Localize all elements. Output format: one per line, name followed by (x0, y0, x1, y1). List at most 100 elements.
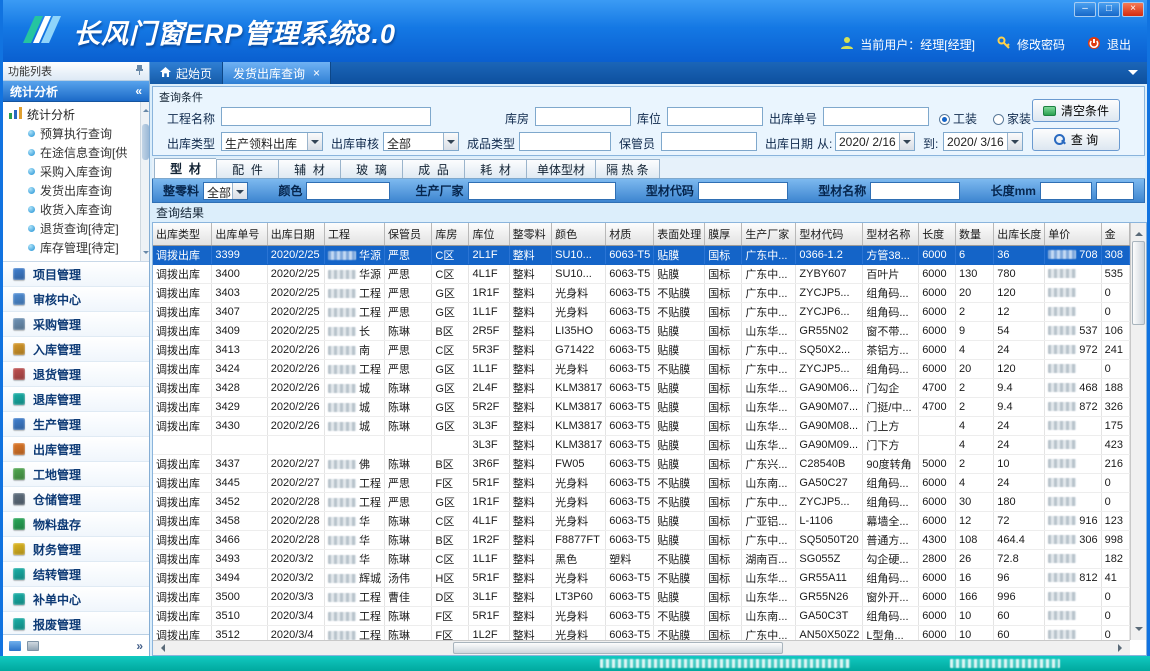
scroll-up-icon[interactable] (1135, 228, 1143, 236)
material-tab[interactable]: 配 件 (216, 159, 278, 178)
tree-scrollbar-thumb[interactable] (142, 124, 149, 160)
material-tab[interactable]: 成 品 (402, 159, 464, 178)
more-buttons-toggle[interactable]: » (136, 639, 143, 653)
order-no-input[interactable] (823, 107, 929, 126)
sidebar-item-finance[interactable]: 财务管理 (3, 537, 149, 562)
column-header[interactable]: 出库长度 (994, 223, 1045, 245)
table-row[interactable]: 调拨出库34002020/2/25华源严思C区4L1F整料SU10...6063… (153, 264, 1130, 283)
tree-item[interactable]: 收货入库查询 (3, 200, 149, 219)
close-tab-icon[interactable]: × (313, 68, 320, 78)
column-header[interactable]: 出库类型 (153, 223, 212, 245)
close-button[interactable]: × (1122, 2, 1144, 17)
column-header[interactable]: 长度 (919, 223, 956, 245)
table-row[interactable]: 调拨出库34932020/3/2华陈琳C区1L1F整料黑色塑料不贴膜国标湖南百.… (153, 549, 1130, 568)
column-header[interactable]: 膜厚 (705, 223, 742, 245)
product-type-input[interactable] (519, 132, 611, 151)
tabbar-overflow-icon[interactable] (1128, 70, 1138, 80)
radio-jiazhuang[interactable]: 家装 (993, 110, 1031, 127)
column-header[interactable]: 出库单号 (212, 223, 267, 245)
warehouse-input[interactable] (535, 107, 631, 126)
sidebar-item-project[interactable]: 项目管理 (3, 262, 149, 287)
clear-conditions-button[interactable]: 清空条件 (1032, 99, 1120, 122)
column-header[interactable]: 库位 (469, 223, 509, 245)
table-row[interactable]: 调拨出库34372020/2/27佛陈琳B区3R6F整料FW056063-T5贴… (153, 454, 1130, 473)
scroll-right-icon[interactable] (1118, 644, 1126, 652)
date-from-picker[interactable]: 2020/ 2/16 (835, 132, 915, 151)
chevron-down-icon[interactable] (443, 133, 458, 150)
material-tab[interactable]: 型 材 (154, 158, 216, 178)
material-tab[interactable]: 玻 璃 (340, 159, 402, 178)
chevron-down-icon[interactable] (1007, 133, 1022, 150)
table-row[interactable]: 调拨出库34302020/2/26城陈琳G区3L3F整料KLM38176063-… (153, 416, 1130, 435)
column-header[interactable]: 数量 (955, 223, 993, 245)
tree-item[interactable]: 库存管理[待定] (3, 238, 149, 257)
column-header[interactable]: 材质 (606, 223, 654, 245)
pin-icon[interactable] (135, 64, 144, 78)
material-tab[interactable]: 单体型材 (526, 159, 595, 178)
tree-scrollbar[interactable] (140, 102, 149, 261)
color-input[interactable] (306, 182, 390, 200)
keeper-input[interactable] (661, 132, 757, 151)
sidebar-item-site[interactable]: 工地管理 (3, 462, 149, 487)
column-header[interactable]: 工程 (324, 223, 384, 245)
table-row[interactable]: 调拨出库34242020/2/26工程严思G区1L1F整料光身料6063-T5不… (153, 359, 1130, 378)
tree-item[interactable]: 在途信息查询[供 (3, 143, 149, 162)
column-header[interactable]: 生产厂家 (742, 223, 796, 245)
search-button[interactable]: 查 询 (1032, 128, 1120, 151)
table-row[interactable]: 调拨出库34032020/2/25工程严思G区1R1F整料光身料6063-T5不… (153, 283, 1130, 302)
outbound-audit-select[interactable]: 全部 (383, 132, 459, 151)
maximize-button[interactable]: □ (1098, 2, 1120, 17)
table-row[interactable]: 调拨出库33992020/2/25华源严思C区2L1F整料SU10...6063… (153, 245, 1130, 264)
project-name-input[interactable] (221, 107, 431, 126)
location-input[interactable] (667, 107, 763, 126)
table-row[interactable]: 调拨出库35002020/3/3工程曹佳D区3L1F整料LT3P606063-T… (153, 587, 1130, 606)
column-header[interactable]: 颜色 (552, 223, 606, 245)
sidebar-item-scrap[interactable]: 报废管理 (3, 612, 149, 634)
vertical-scroll-thumb[interactable] (1132, 241, 1145, 325)
material-tab[interactable]: 耗 材 (464, 159, 526, 178)
whole-part-select[interactable]: 全部 (203, 182, 248, 200)
radio-gongzhuang[interactable]: 工装 (939, 110, 977, 127)
chevron-down-icon[interactable] (307, 133, 322, 150)
table-row[interactable]: 调拨出库34942020/3/2辉城汤伟H区5R1F整料光身料6063-T5不贴… (153, 568, 1130, 587)
column-header[interactable]: 金 (1101, 223, 1129, 245)
chevron-down-icon[interactable] (899, 133, 914, 150)
logout-link[interactable]: 退出 (1107, 36, 1131, 53)
profile-code-input[interactable] (698, 182, 788, 200)
sidebar-section-header[interactable]: 统计分析 « (3, 81, 149, 102)
sidebar-item-return-goods[interactable]: 退货管理 (3, 362, 149, 387)
monitor-icon[interactable] (27, 641, 39, 651)
document-tab[interactable]: 起始页 (150, 62, 223, 84)
sidebar-item-outbound[interactable]: 出库管理 (3, 437, 149, 462)
sidebar-item-production[interactable]: 生产管理 (3, 412, 149, 437)
sidebar-item-return-store[interactable]: 退库管理 (3, 387, 149, 412)
modules-icon[interactable] (9, 641, 21, 651)
column-header[interactable]: 保管员 (384, 223, 431, 245)
outbound-type-select[interactable]: 生产领料出库 (221, 132, 323, 151)
table-row[interactable]: 调拨出库34132020/2/26南严思C区5R3F整料G714226063-T… (153, 340, 1130, 359)
scroll-down-icon[interactable] (1135, 627, 1143, 635)
column-header[interactable]: 表面处理 (654, 223, 705, 245)
tree-item[interactable]: 发货出库查询 (3, 181, 149, 200)
sidebar-item-carryover[interactable]: 结转管理 (3, 562, 149, 587)
sidebar-item-warehouse[interactable]: 仓储管理 (3, 487, 149, 512)
table-row[interactable]: 调拨出库34662020/2/28华陈琳B区1R2F整料F8877FT6063-… (153, 530, 1130, 549)
minimize-button[interactable]: – (1074, 2, 1096, 17)
sidebar-item-purchase[interactable]: 采购管理 (3, 312, 149, 337)
sidebar-item-inventory[interactable]: 物料盘存 (3, 512, 149, 537)
table-row[interactable]: 调拨出库34452020/2/27工程严思F区5R1F整料光身料6063-T5不… (153, 473, 1130, 492)
horizontal-scroll-thumb[interactable] (453, 642, 783, 654)
length-from-input[interactable] (1040, 182, 1092, 200)
tree-item[interactable]: 退货查询[待定] (3, 219, 149, 238)
table-row[interactable]: 调拨出库34072020/2/25工程严思G区1L1F整料光身料6063-T5不… (153, 302, 1130, 321)
tree-item[interactable]: 预算执行查询 (3, 124, 149, 143)
table-row[interactable]: 3L3F整料KLM38176063-T5贴膜国标山东华...GA90M09...… (153, 435, 1130, 454)
column-header[interactable]: 单价 (1045, 223, 1101, 245)
sidebar-item-audit[interactable]: 审核中心 (3, 287, 149, 312)
table-row[interactable]: 调拨出库34522020/2/28工程严思G区1R1F整料光身料6063-T5不… (153, 492, 1130, 511)
profile-name-input[interactable] (870, 182, 960, 200)
length-to-input[interactable] (1096, 182, 1134, 200)
table-row[interactable]: 调拨出库34582020/2/28华陈琳C区4L1F整料光身料6063-T5贴膜… (153, 511, 1130, 530)
scroll-left-icon[interactable] (157, 644, 165, 652)
column-header[interactable]: 型材名称 (863, 223, 919, 245)
